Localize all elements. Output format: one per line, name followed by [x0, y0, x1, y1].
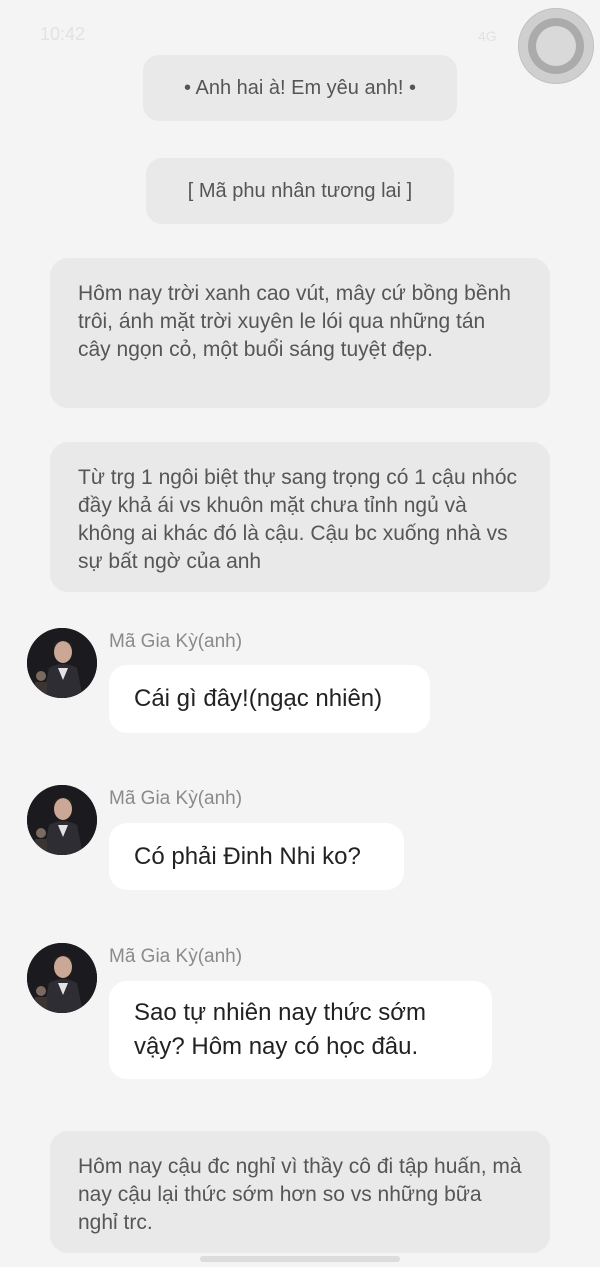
floating-assistive-touch-icon[interactable] — [518, 8, 594, 84]
sender-name: Mã Gia Kỳ(anh) — [109, 788, 243, 809]
profile-photo-icon — [27, 943, 97, 1013]
story-title-pill: • Anh hai à! Em yêu anh! • — [143, 55, 457, 121]
avatar[interactable] — [27, 943, 97, 1013]
sender-name: Mã Gia Kỳ(anh) — [109, 631, 243, 652]
status-time: 10:42 — [40, 24, 86, 44]
narration-block-2: Từ trg 1 ngôi biệt thự sang trọng có 1 c… — [50, 442, 550, 592]
status-bar: 10:42 4G — [0, 0, 600, 46]
narration-block-3: Hôm nay cậu đc nghỉ vì thầy cô đi tập hu… — [50, 1131, 550, 1253]
signal-icon: 4G — [478, 28, 497, 44]
home-indicator[interactable] — [200, 1256, 400, 1262]
profile-photo-icon — [27, 785, 97, 855]
avatar[interactable] — [27, 628, 97, 698]
chapter-title-pill: [ Mã phu nhân tương lai ] — [146, 158, 454, 224]
message-bubble: Sao tự nhiên nay thức sớm vậy? Hôm nay c… — [109, 981, 492, 1079]
narration-block-1: Hôm nay trời xanh cao vút, mây cứ bồng b… — [50, 258, 550, 408]
profile-photo-icon — [27, 628, 97, 698]
floating-button-core — [536, 26, 576, 66]
sender-name: Mã Gia Kỳ(anh) — [109, 946, 243, 967]
floating-button-ring — [528, 18, 584, 74]
message-bubble: Có phải Đinh Nhi ko? — [109, 823, 404, 890]
avatar[interactable] — [27, 785, 97, 855]
message-bubble: Cái gì đây!(ngạc nhiên) — [109, 665, 430, 733]
